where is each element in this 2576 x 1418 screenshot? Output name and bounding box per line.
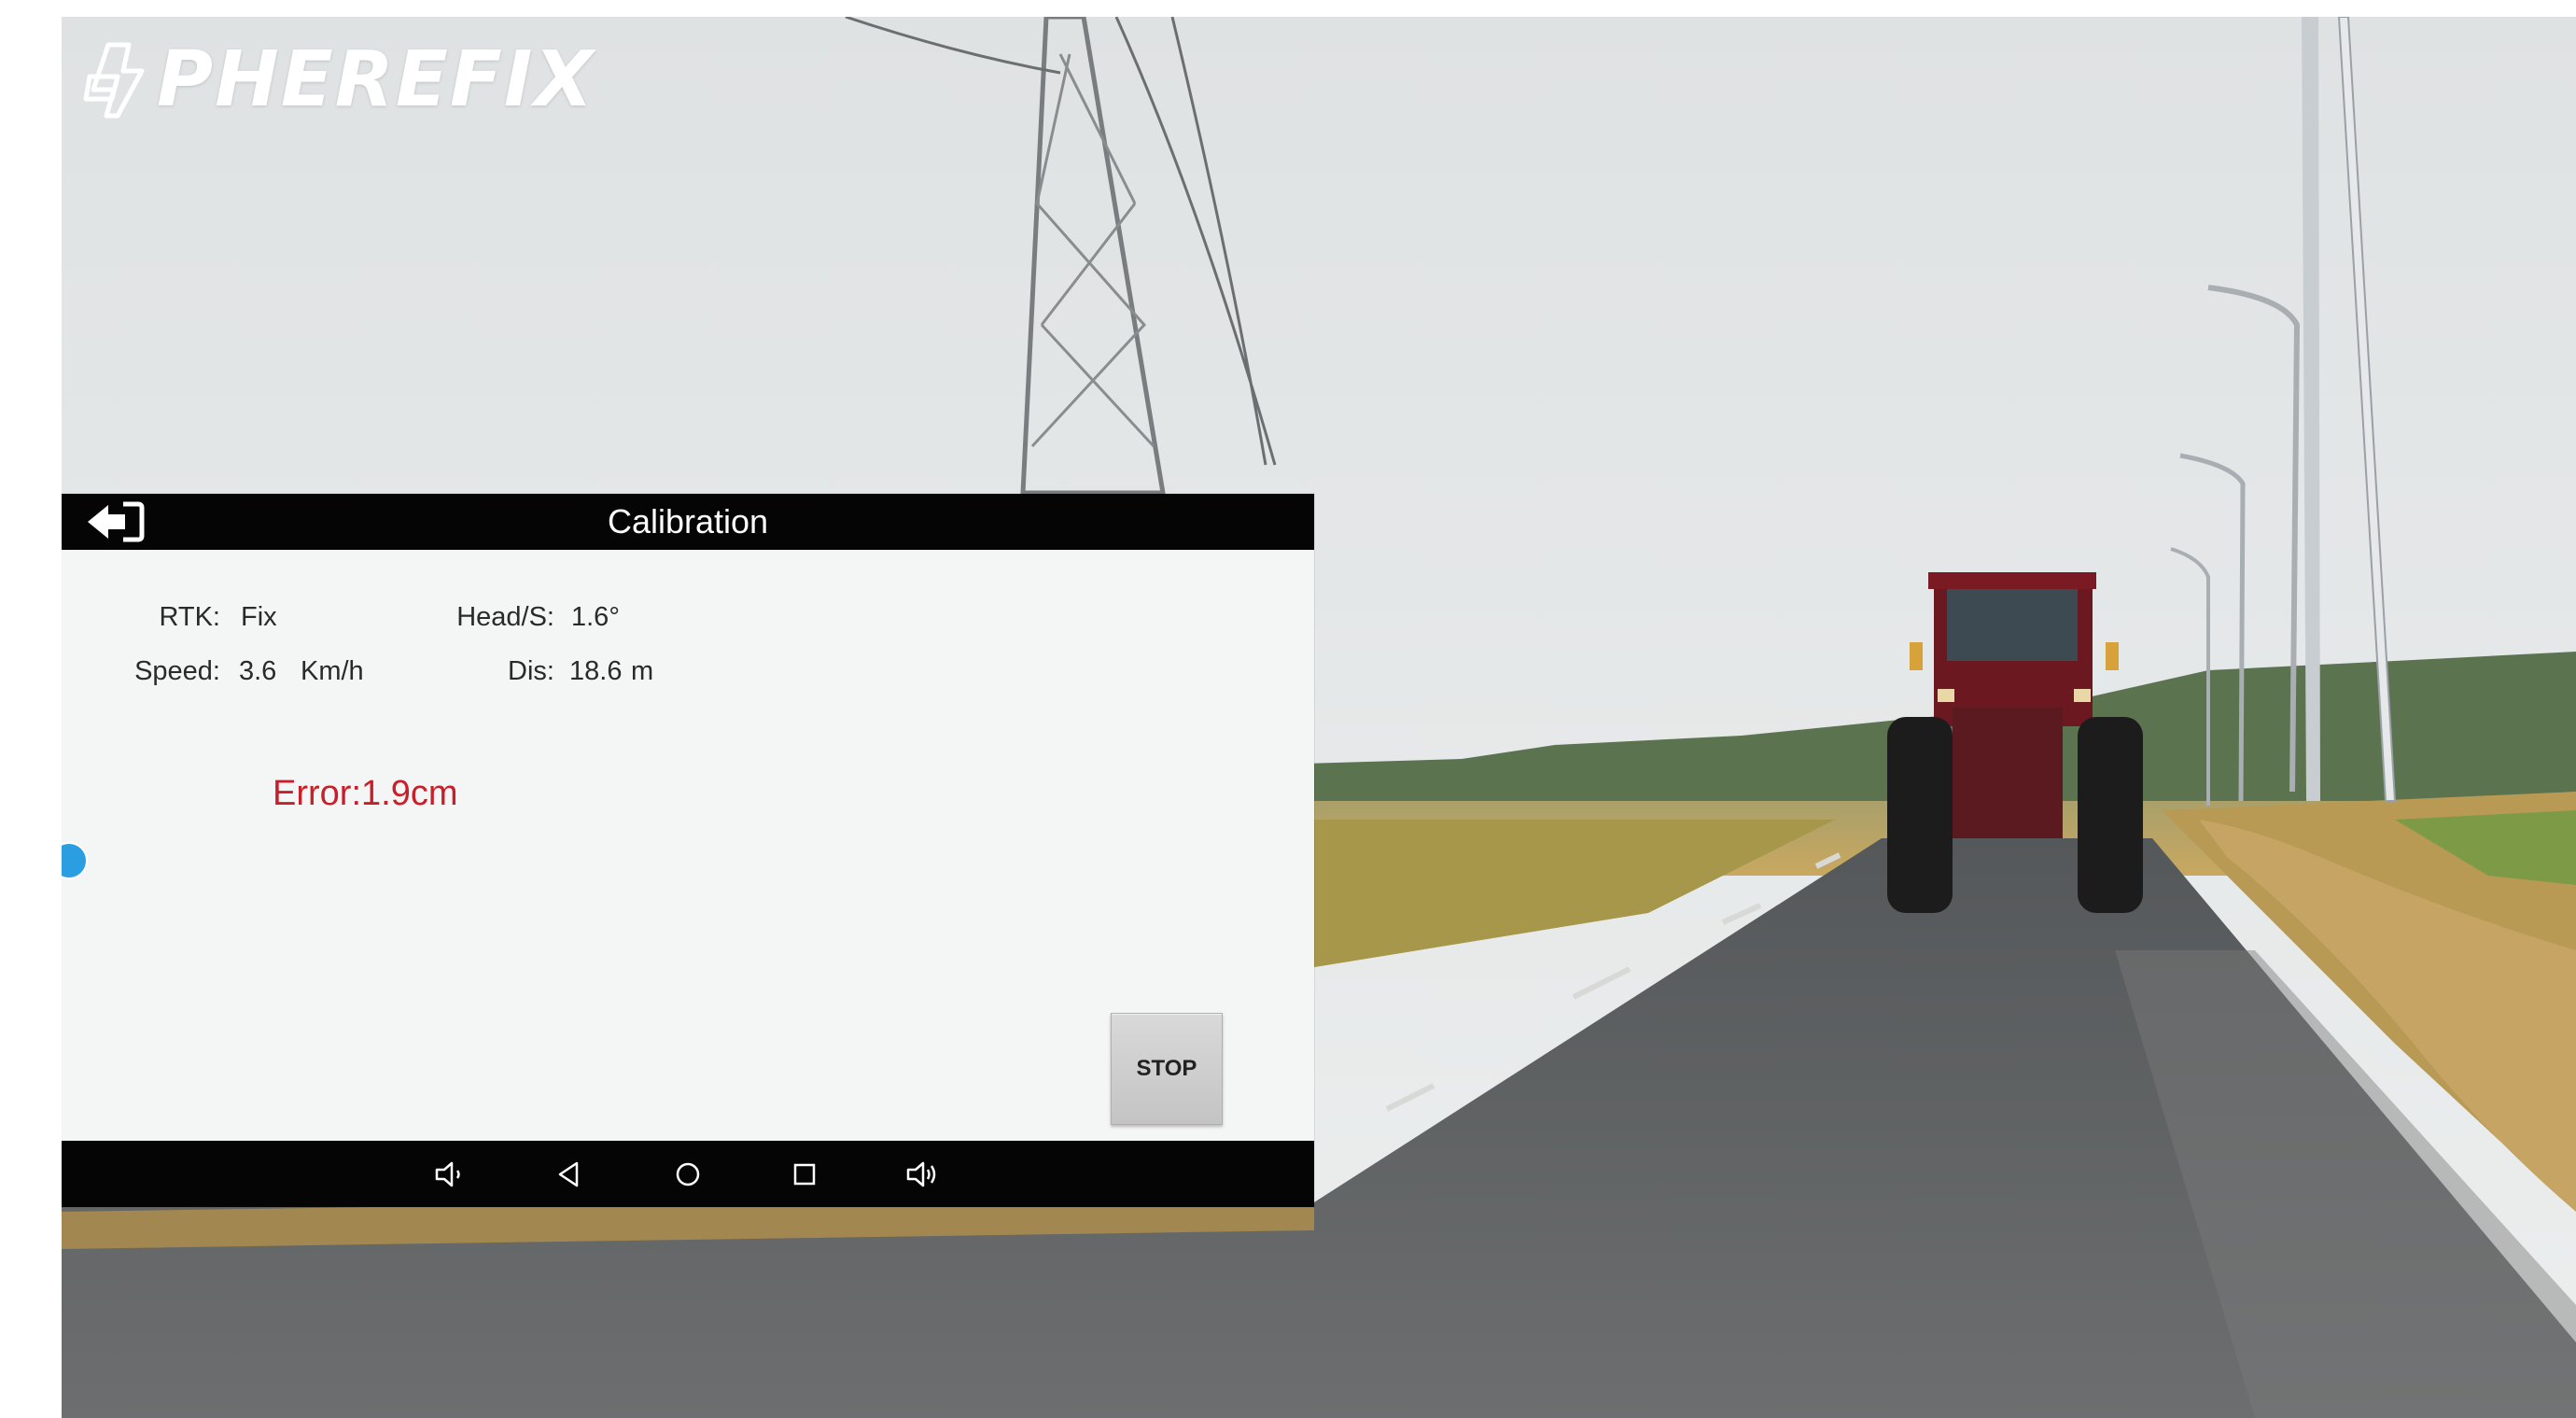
triangle-back-icon: [558, 1161, 579, 1187]
dis-label: Dis:: [508, 656, 554, 686]
page-title: Calibration: [607, 502, 769, 541]
nav-back-button[interactable]: [551, 1156, 588, 1193]
head-label: Head/S:: [456, 602, 554, 632]
volume-down-button[interactable]: [431, 1156, 469, 1193]
system-nav-bar: [62, 1141, 1314, 1207]
speed-value: 3.6: [239, 656, 277, 686]
volume-up-icon: [906, 1161, 936, 1187]
speed-label: Speed:: [134, 656, 220, 686]
volume-up-button[interactable]: [904, 1156, 942, 1193]
volume-down-icon: [435, 1161, 460, 1187]
logo-text: PHEREFIX: [157, 35, 595, 124]
logo-mark-icon: [83, 42, 145, 118]
calibration-window: Calibration RTK: Fix Speed: 3.6 Km/h Hea…: [62, 494, 1314, 1207]
nav-home-button[interactable]: [669, 1156, 707, 1193]
stop-button[interactable]: STOP: [1111, 1013, 1223, 1125]
dis-unit: m: [631, 656, 654, 686]
camera-background: PHEREFIX Calibration RTK: Fix Speed: 3.6…: [62, 17, 2576, 1418]
speed-unit: Km/h: [301, 656, 364, 686]
head-value: 1.6°: [571, 602, 620, 632]
rtk-value: Fix: [241, 602, 277, 632]
rtk-label: RTK:: [159, 602, 220, 632]
dis-value: 18.6: [569, 656, 623, 686]
circle-home-icon: [676, 1162, 700, 1186]
floating-assist-icon[interactable]: [62, 842, 88, 879]
brand-logo: PHEREFIX: [80, 35, 595, 124]
square-recents-icon: [793, 1163, 816, 1186]
app-header: Calibration: [62, 494, 1314, 550]
nav-recents-button[interactable]: [786, 1156, 823, 1193]
error-readout: Error:1.9cm: [273, 774, 458, 813]
